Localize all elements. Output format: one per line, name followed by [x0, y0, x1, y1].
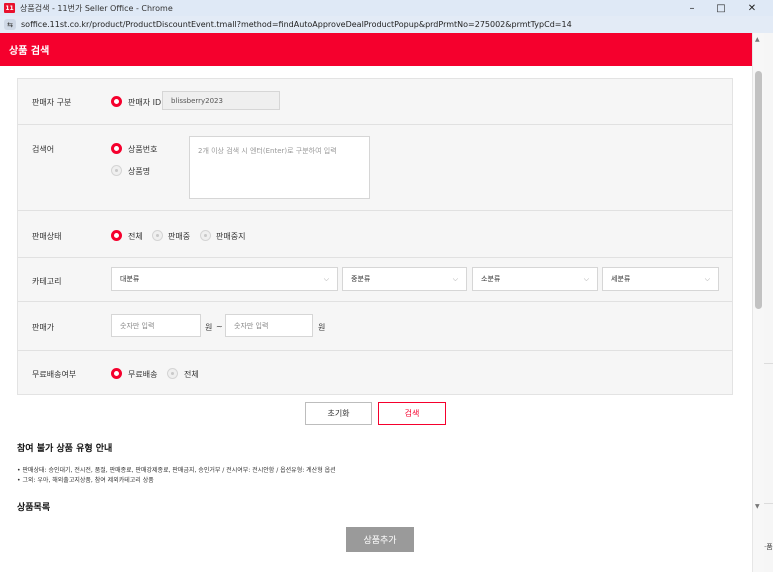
row-free-shipping: 무료배송여부 무료배송 전체 [18, 351, 732, 394]
price-min-placeholder: 숫자만 입력 [120, 321, 155, 330]
price-max-unit: 원 [318, 323, 326, 332]
maximize-icon[interactable]: □ [709, 0, 733, 16]
free-shipping-option-label: 무료배송 [128, 370, 158, 379]
sale-status-label: 판매상태 [32, 232, 62, 241]
reset-button[interactable]: 초기화 [305, 402, 372, 425]
search-form: 판매자 구분 판매자 ID blissberry2023 검색어 상품번호 상품… [17, 78, 733, 395]
price-min-input[interactable]: 숫자만 입력 [111, 314, 201, 337]
scroll-down-icon[interactable]: ▼ [755, 503, 760, 510]
price-label: 판매가 [32, 323, 55, 332]
status-on-sale-label: 판매중 [168, 232, 191, 241]
category-small-value: 소분류 [481, 275, 501, 283]
status-suspended-radio[interactable] [200, 230, 211, 241]
page-title: 상품 검색 [9, 46, 50, 57]
close-icon[interactable]: ✕ [740, 0, 764, 16]
price-separator: ~ [216, 322, 223, 331]
background-page: ·품번 [764, 33, 773, 572]
product-number-radio[interactable] [111, 143, 122, 154]
app-icon: 11 [4, 3, 15, 13]
background-text: ·품번 [764, 543, 773, 551]
category-detail-select[interactable]: 세분류 ⌵ [602, 267, 719, 291]
keyword-textarea[interactable]: 2개 이상 검색 시 엔터(Enter)로 구분하여 입력 [189, 136, 370, 199]
chevron-down-icon: ⌵ [583, 274, 589, 283]
status-suspended-label: 판매중지 [216, 232, 246, 241]
category-small-select[interactable]: 소분류 ⌵ [472, 267, 598, 291]
window-title: 상품검색 - 11번가 Seller Office - Chrome [20, 3, 173, 13]
popup-header: 상품 검색 [0, 33, 752, 66]
notice-title: 참여 불가 상품 유형 안내 [17, 444, 113, 454]
category-detail-value: 세분류 [611, 275, 631, 283]
free-shipping-radio[interactable] [111, 368, 122, 379]
category-label: 카테고리 [32, 277, 62, 286]
seller-id-option-label: 판매자 ID [128, 98, 162, 107]
keyword-label: 검색어 [32, 145, 55, 154]
status-all-radio[interactable] [111, 230, 122, 241]
minimize-icon[interactable]: – [680, 0, 704, 16]
row-price: 판매가 숫자만 입력 원 ~ 숫자만 입력 원 [18, 302, 732, 351]
status-on-sale-radio[interactable] [152, 230, 163, 241]
keyword-placeholder: 2개 이상 검색 시 엔터(Enter)로 구분하여 입력 [198, 147, 337, 155]
product-list-title: 상품목록 [17, 503, 51, 513]
add-product-button[interactable]: 상품추가 [346, 527, 414, 552]
notice-line: • 판매상태: 승인대기, 전시전, 품절, 판매종료, 판매강제종료, 판매금… [17, 467, 336, 474]
price-max-placeholder: 숫자만 입력 [234, 321, 269, 330]
row-seller-type: 판매자 구분 판매자 ID blissberry2023 [18, 79, 732, 125]
row-keyword: 검색어 상품번호 상품명 2개 이상 검색 시 엔터(Enter)로 구분하여 … [18, 125, 732, 211]
site-settings-icon[interactable]: ⇆ [4, 19, 16, 30]
shipping-all-label: 전체 [184, 370, 199, 379]
seller-type-label: 판매자 구분 [32, 98, 72, 107]
reset-button-label: 초기화 [327, 409, 350, 418]
category-large-select[interactable]: 대분류 ⌵ [111, 267, 338, 291]
category-medium-select[interactable]: 중분류 ⌵ [342, 267, 467, 291]
product-number-label: 상품번호 [128, 145, 158, 154]
chevron-down-icon: ⌵ [452, 274, 458, 283]
background-divider [764, 363, 773, 364]
search-button-label: 검색 [404, 409, 420, 418]
row-sale-status: 판매상태 전체 판매중 판매중지 [18, 211, 732, 258]
category-medium-value: 중분류 [351, 275, 371, 283]
background-divider [764, 503, 773, 504]
category-large-value: 대분류 [120, 275, 140, 283]
price-max-input[interactable]: 숫자만 입력 [225, 314, 313, 337]
scrollbar-thumb[interactable] [755, 71, 762, 309]
chevron-down-icon: ⌵ [704, 274, 710, 283]
status-all-label: 전체 [128, 232, 143, 241]
scroll-up-icon[interactable]: ▲ [755, 36, 760, 43]
popup-page: 상품 검색 판매자 구분 판매자 ID blissberry2023 검색어 상… [0, 33, 752, 572]
url-text[interactable]: soffice.11st.co.kr/product/ProductDiscou… [21, 20, 572, 29]
shipping-all-radio[interactable] [167, 368, 178, 379]
price-min-unit: 원 [205, 323, 213, 332]
product-name-label: 상품명 [128, 167, 151, 176]
row-category: 카테고리 대분류 ⌵ 중분류 ⌵ 소분류 ⌵ 세분류 ⌵ [18, 258, 732, 302]
address-bar: ⇆ soffice.11st.co.kr/product/ProductDisc… [0, 16, 773, 33]
product-name-radio[interactable] [111, 165, 122, 176]
seller-id-value: blissberry2023 [171, 96, 223, 105]
popup-scrollbar[interactable]: ▲ ▼ [752, 33, 764, 572]
add-product-button-label: 상품추가 [363, 536, 397, 546]
search-button[interactable]: 검색 [378, 402, 446, 425]
notice-line: • 그외: 우아, 해외출고지상품, 참여 제외카테고리 상품 [17, 477, 154, 484]
window-titlebar: 11 상품검색 - 11번가 Seller Office - Chrome – … [0, 0, 773, 16]
chevron-down-icon: ⌵ [323, 274, 329, 283]
free-shipping-label: 무료배송여부 [32, 370, 77, 379]
seller-id-field: blissberry2023 [162, 91, 280, 110]
seller-id-radio[interactable] [111, 96, 122, 107]
